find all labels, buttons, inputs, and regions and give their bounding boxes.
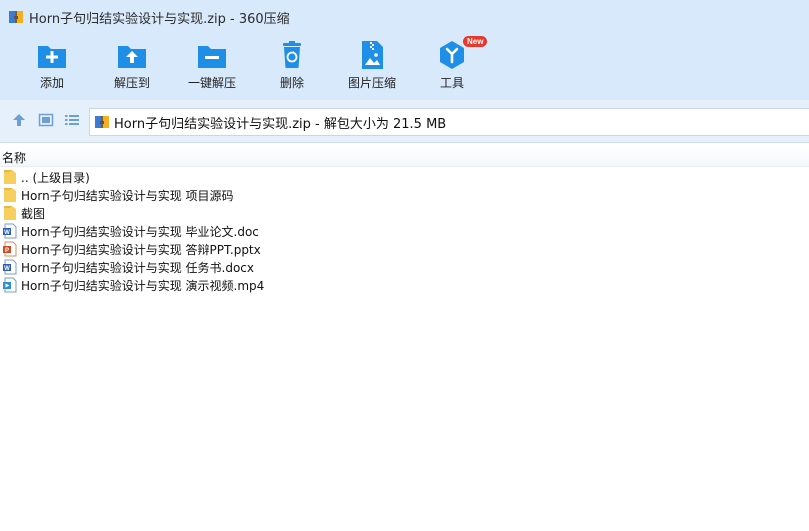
delete-button[interactable]: 删除 [257,38,327,98]
list-item-screenshot-folder[interactable]: 截图 [0,204,809,222]
zip-archive-icon [95,116,109,128]
list-item-parent-dir[interactable]: .. (上级目录) [0,168,809,186]
folder-icon [4,188,16,202]
folder-icon [4,206,16,220]
address-bar[interactable]: Horn子句归结实验设计与实现.zip - 解包大小为 21.5 MB [89,108,809,136]
delete-label: 删除 [279,76,304,90]
video-icon [3,277,17,293]
image-compress-icon [362,41,383,69]
list-item-task-docx[interactable]: W Horn子句归结实验设计与实现 任务书.docx [0,258,809,276]
list-item-thesis-doc[interactable]: W Horn子句归结实验设计与实现 毕业论文.doc [0,222,809,240]
list-item-defense-ppt[interactable]: P Horn子句归结实验设计与实现 答辩PPT.pptx [0,240,809,258]
svg-text:W: W [4,266,10,272]
one-click-extract-button[interactable]: 一键解压 [177,38,247,98]
column-name-header: 名称 [2,151,27,165]
zip-archive-icon [9,11,23,23]
svg-text:P: P [5,248,9,254]
list-item-source-folder[interactable]: Horn子句归结实验设计与实现 项目源码 [0,186,809,204]
address-text: Horn子句归结实验设计与实现.zip - 解包大小为 21.5 MB [114,116,447,132]
column-header[interactable]: 名称 [0,146,809,167]
word-doc-icon: W [3,223,17,239]
folder-icon [4,170,16,184]
image-compress-label: 图片压缩 [347,76,396,90]
extract-to-button[interactable]: 解压到 [97,38,167,98]
title-bar: Horn子句归结实验设计与实现.zip - 360压缩 [0,0,809,34]
up-arrow-icon[interactable] [11,112,27,128]
tools-label: 工具 [439,76,464,90]
extract-to-icon [118,46,146,68]
trash-icon [283,41,301,68]
ppt-icon: P [3,241,17,257]
image-compress-button[interactable]: 图片压缩 [337,38,407,98]
extract-to-label: 解压到 [113,76,150,90]
svg-text:W: W [4,230,10,236]
add-label: 添加 [39,76,64,90]
word-docx-icon: W [3,259,17,275]
thumbnail-view-icon[interactable] [38,112,54,128]
one-click-extract-icon [198,46,226,68]
add-button[interactable]: 添加 [17,38,87,98]
one-click-extract-label: 一键解压 [187,76,236,90]
list-view-icon[interactable] [64,112,80,128]
add-icon [38,46,66,68]
window-title: Horn子句归结实验设计与实现.zip - 360压缩 [29,11,290,27]
list-item-demo-video[interactable]: Horn子句归结实验设计与实现 演示视频.mp4 [0,276,809,294]
file-list: .. (上级目录) Horn子句归结实验设计与实现 项目源码 截图 W Horn… [0,168,809,294]
new-badge: New [463,36,488,47]
tools-button[interactable]: New 工具 [417,36,488,98]
toolbar: 添加 解压到 一键解压 删除 图片压缩 New 工具 [0,34,809,100]
navigation-bar: Horn子句归结实验设计与实现.zip - 解包大小为 21.5 MB [0,100,809,143]
